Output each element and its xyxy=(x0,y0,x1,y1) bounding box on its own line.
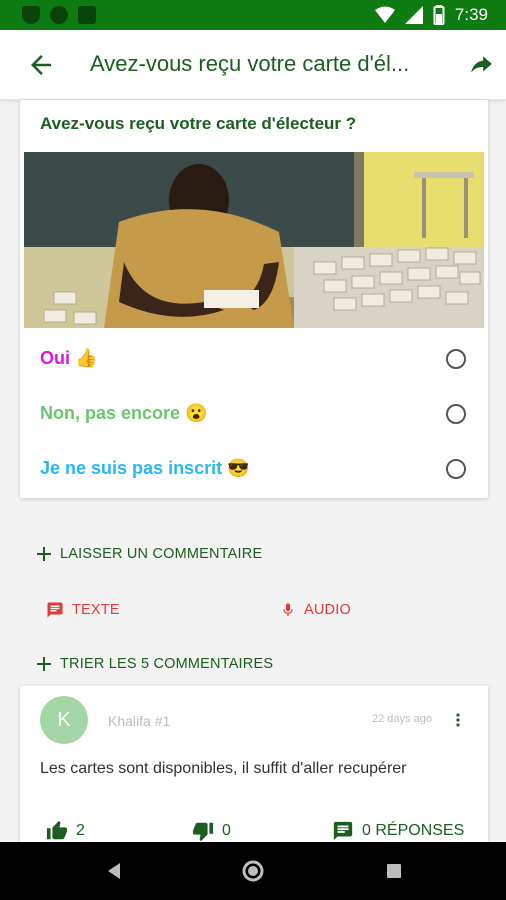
comment-text: Les cartes sont disponibles, il suffit d… xyxy=(40,760,407,777)
poll-photo xyxy=(24,152,484,328)
plus-icon xyxy=(37,657,51,671)
wifi-icon xyxy=(374,6,395,23)
poll-card: Avez-vous reçu votre carte d'électeur ? xyxy=(20,100,488,498)
app-bar: Avez-vous reçu votre carte d'él... xyxy=(0,30,506,100)
radio-button[interactable] xyxy=(446,349,466,369)
status-bar: 7:39 xyxy=(0,0,506,30)
nav-recents-icon[interactable] xyxy=(382,859,406,883)
replies-count: 0 RÉPONSES xyxy=(362,822,465,839)
share-icon[interactable] xyxy=(468,52,494,78)
message-icon xyxy=(47,602,63,618)
status-time: 7:39 xyxy=(454,5,488,24)
poll-option-not-registered[interactable]: Je ne suis pas inscrit 😎 xyxy=(20,442,488,496)
signal-icon xyxy=(404,6,423,24)
comment-author: Khalifa #1 xyxy=(108,713,171,729)
dislike-count: 0 xyxy=(222,822,231,839)
radio-button[interactable] xyxy=(446,404,466,424)
sort-comments-label: TRIER LES 5 COMMENTAIRES xyxy=(60,656,274,672)
battery-icon xyxy=(433,5,445,25)
sd-card-icon xyxy=(78,6,96,24)
leave-comment-button[interactable]: LAISSER UN COMMENTAIRE xyxy=(36,546,262,562)
comment-card: K Khalifa #1 22 days ago Les cartes sont… xyxy=(20,686,488,856)
like-button[interactable]: 2 xyxy=(46,820,85,842)
audio-label: AUDIO xyxy=(304,602,351,618)
poll-option-label: Je ne suis pas inscrit 😎 xyxy=(40,458,250,478)
plus-icon xyxy=(37,547,51,561)
nav-back-icon[interactable] xyxy=(102,859,126,883)
thumb-down-icon xyxy=(192,822,214,842)
poll-option-not-yet[interactable]: Non, pas encore 😮 xyxy=(20,387,488,441)
leave-comment-label: LAISSER UN COMMENTAIRE xyxy=(60,546,263,562)
more-vert-icon[interactable] xyxy=(448,710,468,730)
radio-button[interactable] xyxy=(446,459,466,479)
replies-button[interactable]: 0 RÉPONSES xyxy=(332,820,464,842)
avatar: K xyxy=(40,696,88,744)
poll-question: Avez-vous reçu votre carte d'électeur ? xyxy=(40,114,357,133)
comment-icon xyxy=(333,821,353,841)
circle-icon xyxy=(50,6,68,24)
dislike-button[interactable]: 0 xyxy=(192,820,231,842)
audio-comment-button[interactable]: AUDIO xyxy=(280,601,351,619)
thumb-up-icon xyxy=(46,820,68,840)
mic-icon xyxy=(283,603,293,616)
page-title: Avez-vous reçu votre carte d'él... xyxy=(90,51,410,76)
like-count: 2 xyxy=(76,822,85,839)
poll-option-label: Oui 👍 xyxy=(40,348,98,368)
system-nav-bar xyxy=(0,842,506,900)
sort-comments-button[interactable]: TRIER LES 5 COMMENTAIRES xyxy=(36,656,273,672)
nav-home-icon[interactable] xyxy=(241,859,265,883)
poll-option-label: Non, pas encore 😮 xyxy=(40,403,208,423)
poll-option-yes[interactable]: Oui 👍 xyxy=(20,332,488,386)
text-label: TEXTE xyxy=(72,602,120,618)
shield-icon xyxy=(22,6,40,24)
text-comment-button[interactable]: TEXTE xyxy=(46,601,120,619)
back-arrow-icon[interactable] xyxy=(26,50,56,80)
comment-time: 22 days ago xyxy=(372,713,432,725)
